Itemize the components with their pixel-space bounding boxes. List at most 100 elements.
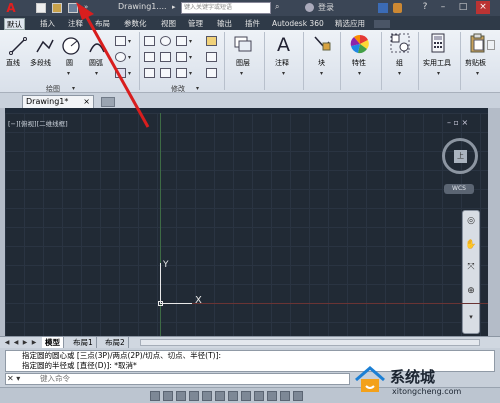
offset-icon[interactable] <box>206 68 217 78</box>
command-input[interactable]: 键入命令 <box>5 373 350 385</box>
tab-autodesk-360[interactable]: Autodesk 360 <box>270 18 326 30</box>
layer-dropdown-icon[interactable]: ▾ <box>240 70 243 77</box>
clipboard-dropdown-icon[interactable]: ▾ <box>476 70 479 77</box>
pan-hand-icon[interactable]: ✋ <box>465 239 477 251</box>
layer-properties-icon[interactable] <box>233 34 253 54</box>
ribbon-toggle-icon[interactable] <box>374 20 390 28</box>
tab-view[interactable]: 视图 <box>159 18 178 30</box>
tab-annotate[interactable]: 注释 <box>66 18 85 30</box>
properties-label[interactable]: 特性 <box>352 58 366 68</box>
properties-dropdown-icon[interactable]: ▾ <box>358 70 361 77</box>
zoom-extents-icon[interactable]: ⤧ <box>465 261 477 273</box>
block-label[interactable]: 块 <box>318 58 325 68</box>
command-line-icons[interactable]: ✕ ▾ <box>7 374 20 383</box>
new-file-icon[interactable] <box>36 3 46 13</box>
arc-tool-label[interactable]: 圆弧 <box>89 58 103 68</box>
annotate-label[interactable]: 注释 <box>275 58 289 68</box>
open-file-icon[interactable] <box>52 3 62 13</box>
fillet-dropdown-icon[interactable]: ▾ <box>189 54 192 61</box>
copy-icon[interactable] <box>144 52 155 62</box>
clipboard-icon[interactable] <box>468 33 488 53</box>
tab-layout[interactable]: 布局 <box>93 18 112 30</box>
array-dropdown-icon[interactable]: ▾ <box>189 70 192 77</box>
line-tool-label[interactable]: 直线 <box>6 58 20 68</box>
viewcube[interactable]: 上 <box>442 138 478 174</box>
draw-panel-title[interactable]: 绘图 <box>46 84 60 93</box>
fillet-icon[interactable] <box>176 52 187 62</box>
rectangle-icon[interactable] <box>115 36 126 46</box>
search-expand-icon[interactable]: ▸ <box>172 3 176 11</box>
more-arrow-icon[interactable]: » <box>84 3 94 13</box>
search-input[interactable]: 键入关键字或短语 <box>181 2 271 14</box>
block-dropdown-icon[interactable]: ▾ <box>320 70 323 77</box>
tab-featured-apps[interactable]: 精选应用 <box>333 18 367 30</box>
rectangle-dropdown-icon[interactable]: ▾ <box>128 38 131 45</box>
document-tab[interactable]: Drawing1* × <box>22 95 94 108</box>
hatch-dropdown-icon[interactable]: ▾ <box>128 70 131 77</box>
close-tab-icon[interactable]: × <box>83 96 90 108</box>
utilities-dropdown-icon[interactable]: ▾ <box>437 70 440 77</box>
tab-layout1[interactable]: 布局1 <box>70 337 97 348</box>
object-snap-icon[interactable] <box>202 391 212 401</box>
ortho-mode-icon[interactable] <box>176 391 186 401</box>
first-layout-icon[interactable]: ◀ <box>3 338 11 347</box>
ellipse-icon[interactable] <box>115 52 126 62</box>
polar-tracking-icon[interactable] <box>189 391 199 401</box>
drawing-canvas[interactable]: [−][俯视][二维线框] – ▫ × 上 WCS ◎ ✋ ⤧ ⊕ ▾ Y X <box>5 113 488 336</box>
orbit-icon[interactable]: ⊕ <box>465 285 477 297</box>
side-panel-handle[interactable] <box>487 40 495 50</box>
explode-icon[interactable] <box>206 52 217 62</box>
previous-layout-icon[interactable]: ◀ <box>12 338 20 347</box>
selection-cycling-icon[interactable] <box>293 391 303 401</box>
modify-panel-title[interactable]: 修改 <box>171 84 185 93</box>
scale-icon[interactable] <box>160 68 171 78</box>
horizontal-scrollbar[interactable] <box>140 339 480 346</box>
viewport-controls-label[interactable]: [−][俯视][二维线框] <box>8 118 68 128</box>
arc-icon[interactable] <box>87 36 107 56</box>
viewcube-top-face[interactable]: 上 <box>454 150 467 163</box>
line-icon[interactable] <box>8 36 28 56</box>
stretch-icon[interactable] <box>144 68 155 78</box>
tab-manage[interactable]: 管理 <box>186 18 205 30</box>
maximize-button[interactable]: □ <box>456 1 470 14</box>
tab-output[interactable]: 输出 <box>215 18 234 30</box>
text-icon[interactable]: A <box>274 33 294 53</box>
lineweight-icon[interactable] <box>254 391 264 401</box>
tab-model[interactable]: 模型 <box>42 337 64 348</box>
minimize-button[interactable]: – <box>436 1 450 14</box>
dynamic-input-icon[interactable] <box>241 391 251 401</box>
clipboard-label[interactable]: 剪贴板 <box>465 58 486 68</box>
modify-panel-expand-icon[interactable]: ▾ <box>196 85 199 92</box>
wcs-menu[interactable]: WCS <box>444 184 474 194</box>
circle-dropdown-icon[interactable]: ▾ <box>67 70 70 77</box>
viewport-window-controls[interactable]: – ▫ × <box>447 118 468 127</box>
group-label[interactable]: 组 <box>396 58 403 68</box>
tab-default[interactable]: 默认 <box>4 18 25 30</box>
utilities-label[interactable]: 实用工具 <box>423 58 451 68</box>
close-button[interactable]: × <box>476 1 490 14</box>
tab-insert[interactable]: 插入 <box>38 18 57 30</box>
move-icon[interactable] <box>144 36 155 46</box>
showmotion-icon[interactable]: ▾ <box>465 311 477 323</box>
tab-parametric[interactable]: 参数化 <box>122 18 149 30</box>
dynamic-ucs-icon[interactable] <box>228 391 238 401</box>
mirror-icon[interactable] <box>160 52 171 62</box>
tab-layout2[interactable]: 布局2 <box>102 337 129 348</box>
save-icon[interactable] <box>68 3 78 13</box>
group-icon[interactable] <box>390 33 410 53</box>
group-dropdown-icon[interactable]: ▾ <box>398 70 401 77</box>
array-icon[interactable] <box>176 68 187 78</box>
last-layout-icon[interactable]: ▶ <box>30 338 38 347</box>
draw-panel-expand-icon[interactable]: ▾ <box>72 85 75 92</box>
rotate-icon[interactable] <box>160 36 171 46</box>
new-drawing-tab-button[interactable] <box>101 97 115 107</box>
erase-icon[interactable] <box>206 36 217 46</box>
layer-label[interactable]: 图层 <box>236 58 250 68</box>
annotate-dropdown-icon[interactable]: ▾ <box>282 70 285 77</box>
steering-wheel-icon[interactable]: ◎ <box>465 215 477 227</box>
insert-block-icon[interactable] <box>312 33 332 53</box>
polyline-tool-label[interactable]: 多段线 <box>30 58 51 68</box>
ellipse-dropdown-icon[interactable]: ▾ <box>128 54 131 61</box>
trim-icon[interactable] <box>176 36 187 46</box>
trim-dropdown-icon[interactable]: ▾ <box>189 38 192 45</box>
